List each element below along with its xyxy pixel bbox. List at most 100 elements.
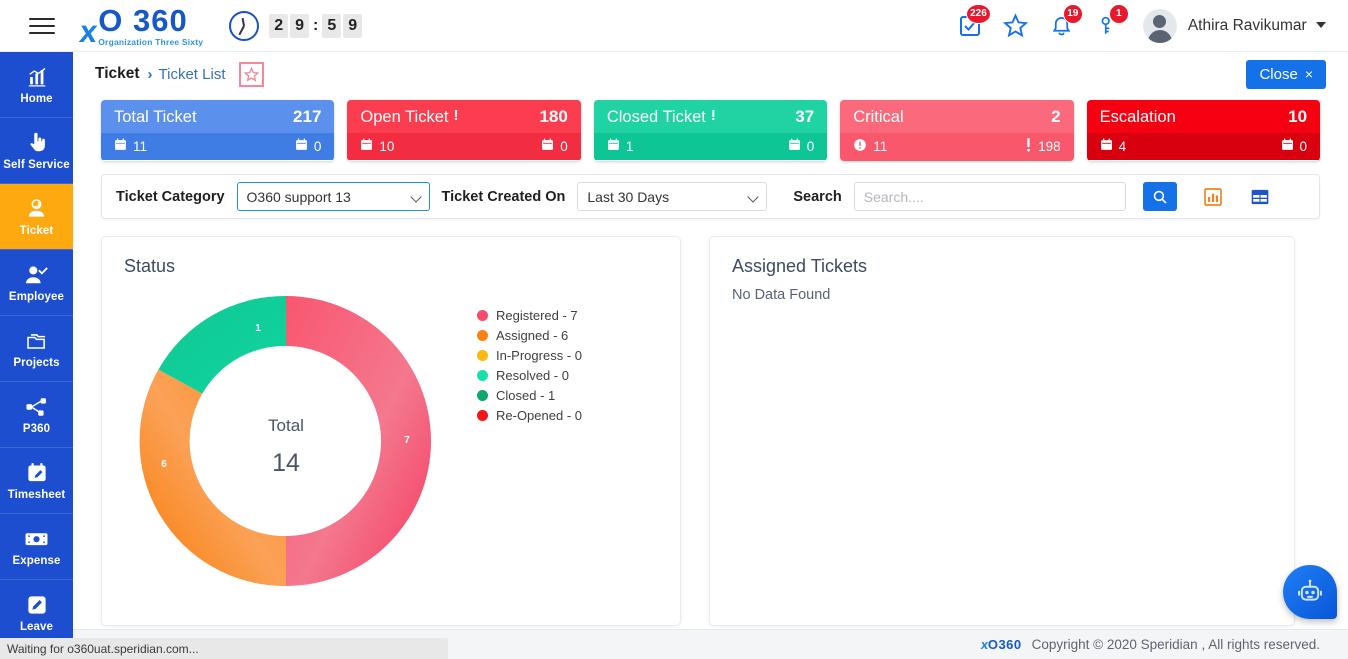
status-donut-chart: 7 6 1 Total 14 Registered - 7 Assigned -… [102,277,680,607]
legend-color-swatch [477,309,488,321]
bar-chart-icon[interactable] [1202,187,1224,207]
chatbot-fab-button[interactable] [1283,565,1337,619]
sidebar-navigation: Home Self Service Ticket Employee Projec… [0,52,73,659]
search-label: Search [793,188,842,205]
pencil-square-icon [26,593,48,617]
ticket-created-on-label: Ticket Created On [441,188,566,205]
user-name: Athira Ravikumar [1187,16,1307,34]
calendar-icon [1100,138,1113,154]
ticket-created-on-select[interactable]: Last 30 Days [577,182,768,211]
calendar-icon [607,138,620,154]
legend-item[interactable]: Closed - 1 [477,385,582,405]
footer-logo: x O360 [979,637,1022,652]
sidebar-label: Employee [8,290,65,303]
avatar[interactable] [1142,8,1177,43]
headset-support-icon [25,197,48,221]
legend-item[interactable]: Resolved - 0 [477,365,582,385]
legend-color-swatch [477,349,488,361]
bell-badge: 19 [1062,3,1083,24]
assigned-tickets-panel: Assigned Tickets No Data Found [709,236,1295,626]
calendar-icon [1281,138,1294,154]
timer-digit-2: 9 [290,13,309,38]
slice-label-assigned: 6 [161,459,167,470]
filter-toolbar: Ticket Category O360 support 13 Ticket C… [101,174,1320,219]
calendar-icon [114,138,127,154]
timer-digit-3: 5 [322,13,342,38]
sidebar-item-home[interactable]: Home [0,52,73,118]
legend-item[interactable]: Registered - 7 [477,305,582,325]
card-total-ticket[interactable]: Total Ticket 217 11 0 [101,100,335,161]
sidebar-item-self-service[interactable]: Self Service [0,118,73,184]
chatbot-robot-icon [1298,579,1322,601]
breadcrumb-sub[interactable]: Ticket List [159,66,226,83]
breadcrumb: Ticket › Ticket List Close × [73,52,1348,96]
star-icon[interactable] [993,6,1039,46]
legend-item[interactable]: In-Progress - 0 [477,345,582,365]
user-check-icon [24,263,49,287]
sidebar-label: P360 [22,422,51,435]
footer-logo-title: O360 [987,637,1022,652]
status-chart-panel: Status 7 6 1 Total 14 Registered - 7 Ass… [101,236,681,626]
logo-mark-icon: x [77,13,99,49]
donut-center-value: 14 [272,449,300,477]
card-left-value: 4 [1118,138,1127,154]
sitemap-icon [25,395,48,419]
star-outline-icon[interactable] [238,61,264,87]
sidebar-item-expense[interactable]: Expense [0,514,73,580]
card-critical[interactable]: Critical 2 11 198 [840,100,1074,161]
card-count: 37 [795,107,815,126]
empty-state-message: No Data Found [732,287,831,303]
hand-pointer-icon [26,131,48,155]
slice-label-registered: 7 [404,435,410,446]
search-input[interactable] [853,182,1126,211]
card-count: 217 [293,107,322,126]
close-button[interactable]: Close × [1246,59,1326,89]
donut-center-label: Total [268,416,304,435]
dashboard-panels: Status 7 6 1 Total 14 Registered - 7 Ass… [101,236,1320,626]
ticket-category-label: Ticket Category [116,188,225,205]
hamburger-icon[interactable] [12,17,72,34]
legend-label: Resolved - 0 [496,367,569,383]
tasks-icon[interactable]: 226 [947,3,993,46]
sidebar-label: Self Service [3,158,70,171]
card-escalation[interactable]: Escalation 10 4 0 [1086,100,1321,161]
panel-title: Status [124,256,176,276]
timer-digit-4: 9 [343,13,363,38]
top-right-actions: 226 19 1 Athira Ravikumar [947,3,1348,46]
legend-item[interactable]: Assigned - 6 [477,325,582,345]
user-menu[interactable]: Athira Ravikumar [1188,17,1326,35]
footer-logo-mark-icon: x [979,637,989,652]
card-count: 180 [539,107,568,126]
card-left-value: 1 [625,138,634,154]
timer-colon: : [313,16,319,34]
bell-icon[interactable]: 19 [1039,3,1085,46]
sidebar-item-employee[interactable]: Employee [0,250,73,316]
sidebar-item-timesheet[interactable]: Timesheet [0,448,73,514]
ticket-category-select[interactable]: O360 support 13 [236,182,430,211]
panel-title: Assigned Tickets [732,256,868,276]
browser-status-bar: Waiting for o360uat.speridian.com... [0,638,448,659]
donut-svg-wrap: 7 6 1 Total 14 [118,279,458,604]
search-button[interactable] [1142,182,1177,211]
footer-copyright: Copyright © 2020 Speridian , All rights … [1031,637,1320,652]
sidebar-label: Leave [19,620,54,633]
sidebar-item-p360[interactable]: P360 [0,382,73,448]
app-logo[interactable]: x O 360 Organization Three Sixty [77,5,203,49]
timer-digits: 2 9 : 5 9 [269,13,363,38]
card-closed-ticket[interactable]: Closed Ticket ! 37 1 0 [593,100,828,161]
sidebar-label: Timesheet [7,488,66,501]
breadcrumb-main[interactable]: Ticket [95,65,140,83]
legend-color-swatch [477,369,488,381]
page-content: Ticket › Ticket List Close × Total Ticke… [73,52,1348,659]
legend-item[interactable]: Re-Opened - 0 [477,405,582,425]
sidebar-item-projects[interactable]: Projects [0,316,73,382]
card-title: Closed Ticket [606,107,706,126]
sidebar-item-leave[interactable]: Leave [0,580,73,646]
card-right-value: 0 [806,138,815,154]
key-icon[interactable]: 1 [1085,3,1131,46]
legend-label: Re-Opened - 0 [496,407,582,423]
card-open-ticket[interactable]: Open Ticket ! 180 10 0 [347,100,581,161]
grid-table-icon[interactable] [1249,187,1271,207]
calendar-icon [788,138,801,154]
sidebar-item-ticket[interactable]: Ticket [0,184,73,250]
